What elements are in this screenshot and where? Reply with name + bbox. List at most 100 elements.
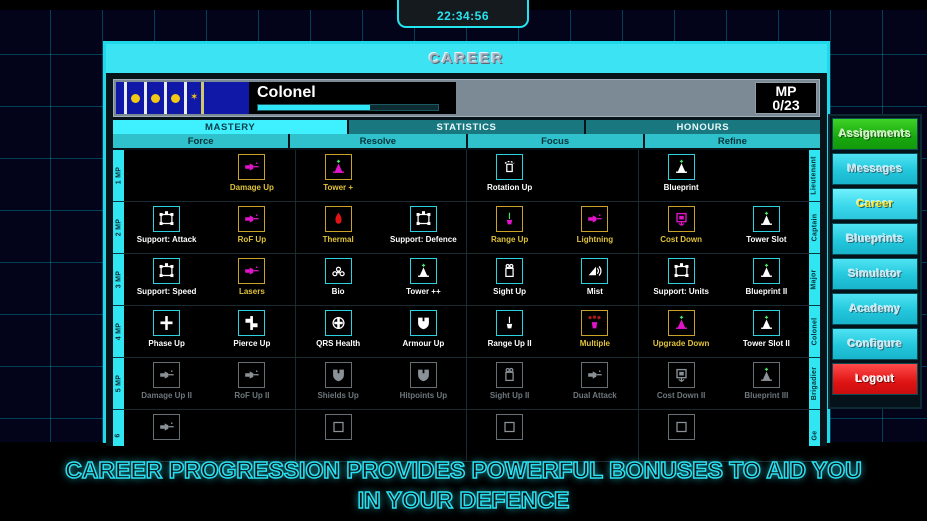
mastery-item[interactable]: Lasers	[209, 258, 294, 296]
mastery-item[interactable]: Hitpoints Up	[381, 362, 466, 400]
mastery-item[interactable]: Tower Slot II	[724, 310, 809, 348]
support-attack-icon[interactable]	[153, 206, 180, 232]
mastery-grid[interactable]: Damage UpTower + Rotation Up Blueprint Supp…	[124, 150, 809, 446]
shields-up-icon[interactable]	[325, 362, 352, 388]
mastery-item[interactable]: Tower Slot	[724, 206, 809, 244]
mastery-item[interactable]: Range Up	[467, 206, 552, 244]
mastery-item[interactable]: Support: Defence	[381, 206, 466, 244]
rank-header: ✶ Colonel MP 0/23	[113, 79, 820, 117]
mastery-item[interactable]: Bio	[296, 258, 381, 296]
mastery-item[interactable]: Blueprint	[639, 154, 724, 192]
hitpoints-up-icon[interactable]	[410, 362, 437, 388]
mastery-item[interactable]: Cost Down	[639, 206, 724, 244]
multiple-icon[interactable]	[581, 310, 608, 336]
mastery-item[interactable]: Sight Up II	[467, 362, 552, 400]
mastery-cell: QRS HealthArmour Up	[296, 306, 468, 357]
sidebar-item-assignments[interactable]: Assignments	[832, 118, 918, 150]
cost-down-icon[interactable]	[668, 206, 695, 232]
mastery-item[interactable]: Multiple	[552, 310, 637, 348]
support-speed-icon[interactable]	[153, 258, 180, 284]
unknown-b-icon[interactable]	[496, 414, 523, 440]
lasers-icon[interactable]	[238, 258, 265, 284]
mist-icon[interactable]	[581, 258, 608, 284]
tower-plusplus-icon[interactable]	[410, 258, 437, 284]
mastery-item[interactable]: Blueprint III	[724, 362, 809, 400]
blueprint-three-icon[interactable]	[753, 362, 780, 388]
mastery-item[interactable]: Blueprint II	[724, 258, 809, 296]
blueprint-icon[interactable]	[668, 154, 695, 180]
mastery-item[interactable]: Tower +	[296, 154, 381, 192]
mastery-item[interactable]: RoF Up II	[209, 362, 294, 400]
mastery-item[interactable]	[296, 414, 381, 443]
sidebar-item-messages[interactable]: Messages	[832, 153, 918, 185]
sidebar-item-logout[interactable]: Logout	[832, 363, 918, 395]
tab-mastery[interactable]: MASTERY	[113, 120, 349, 134]
cost-down-two-icon[interactable]	[668, 362, 695, 388]
support-defence-icon[interactable]	[410, 206, 437, 232]
mastery-item-empty	[381, 414, 466, 443]
rank-rail-label: Major	[811, 269, 818, 289]
tower-slot-two-icon[interactable]	[753, 310, 780, 336]
mastery-item[interactable]: Mist	[552, 258, 637, 296]
mastery-item[interactable]: Dual Attack	[552, 362, 637, 400]
sidebar-item-simulator[interactable]: Simulator	[832, 258, 918, 290]
mastery-item[interactable]: Damage Up	[209, 154, 294, 192]
mastery-item[interactable]: Upgrade Down	[639, 310, 724, 348]
tab-honours[interactable]: HONOURS	[586, 120, 820, 134]
mastery-item-label: Upgrade Down	[653, 339, 709, 348]
sidebar-item-configure[interactable]: Configure	[832, 328, 918, 360]
mastery-item[interactable]: Thermal	[296, 206, 381, 244]
tower-slot-icon[interactable]	[753, 206, 780, 232]
mastery-item[interactable]: Support: Speed	[124, 258, 209, 296]
mastery-item[interactable]: Support: Attack	[124, 206, 209, 244]
mastery-item[interactable]: Rotation Up	[467, 154, 552, 192]
thermal-flame-icon[interactable]	[325, 206, 352, 232]
rank-rail-cell: Lieutenant	[809, 150, 820, 202]
dual-attack-icon[interactable]	[581, 362, 608, 388]
tower-plus-icon[interactable]	[325, 154, 352, 180]
range-up-icon[interactable]	[496, 206, 523, 232]
sidebar-item-blueprints[interactable]: Blueprints	[832, 223, 918, 255]
rof-up-two-icon[interactable]	[238, 362, 265, 388]
unknown-a-icon[interactable]	[325, 414, 352, 440]
mastery-item[interactable]: Range Up II	[467, 310, 552, 348]
mastery-item[interactable]: QRS Health	[296, 310, 381, 348]
phase-up-icon[interactable]	[153, 310, 180, 336]
blueprint-two-icon[interactable]	[753, 258, 780, 284]
mastery-item[interactable]: Cost Down II	[639, 362, 724, 400]
range-up-two-icon[interactable]	[496, 310, 523, 336]
mastery-item[interactable]: Lightning	[552, 206, 637, 244]
main-menu-sidebar[interactable]: AssignmentsMessagesCareerBlueprintsSimul…	[828, 114, 922, 409]
damage-up-two-icon[interactable]	[153, 362, 180, 388]
pierce-up-icon[interactable]	[238, 310, 265, 336]
upgrade-down-icon[interactable]	[668, 310, 695, 336]
mastery-item[interactable]	[124, 414, 209, 443]
damage-up-three-icon[interactable]	[153, 414, 180, 440]
mastery-item[interactable]	[467, 414, 552, 443]
sight-up-icon[interactable]	[496, 258, 523, 284]
tab-bar[interactable]: MASTERYSTATISTICSHONOURS	[113, 120, 820, 134]
sidebar-item-career[interactable]: Career	[832, 188, 918, 220]
mastery-item[interactable]: Support: Units	[639, 258, 724, 296]
sidebar-item-academy[interactable]: Academy	[832, 293, 918, 325]
tab-statistics[interactable]: STATISTICS	[349, 120, 585, 134]
mastery-item[interactable]: RoF Up	[209, 206, 294, 244]
sight-up-two-icon[interactable]	[496, 362, 523, 388]
rotation-icon[interactable]	[496, 154, 523, 180]
armour-up-icon[interactable]	[410, 310, 437, 336]
mastery-item[interactable]: Tower ++	[381, 258, 466, 296]
qrs-health-icon[interactable]	[325, 310, 352, 336]
lightning-icon[interactable]	[581, 206, 608, 232]
mastery-item[interactable]: Shields Up	[296, 362, 381, 400]
biohazard-icon[interactable]	[325, 258, 352, 284]
rof-icon[interactable]	[238, 206, 265, 232]
support-units-icon[interactable]	[668, 258, 695, 284]
mastery-item[interactable]: Damage Up II	[124, 362, 209, 400]
mastery-item[interactable]	[639, 414, 724, 443]
mastery-item[interactable]: Pierce Up	[209, 310, 294, 348]
turret-damage-icon[interactable]	[238, 154, 265, 180]
unknown-c-icon[interactable]	[668, 414, 695, 440]
mastery-item[interactable]: Armour Up	[381, 310, 466, 348]
mastery-item[interactable]: Phase Up	[124, 310, 209, 348]
mastery-item[interactable]: Sight Up	[467, 258, 552, 296]
